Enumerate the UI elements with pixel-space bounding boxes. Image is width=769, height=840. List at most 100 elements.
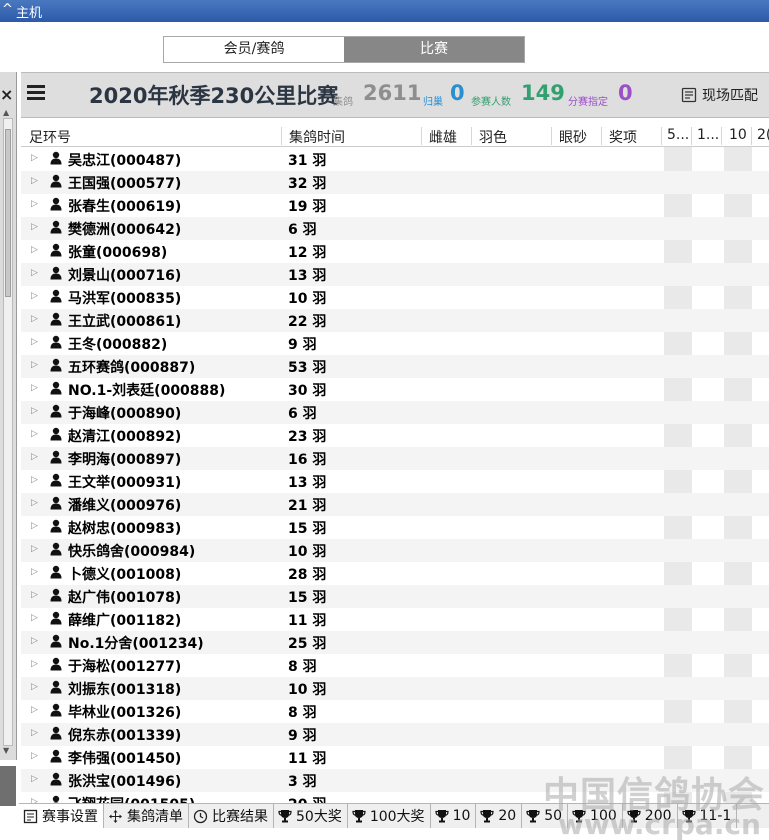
bottom-tab-6[interactable]: 20 xyxy=(476,804,523,828)
table-row[interactable]: ▷ 张春生(000619) 19 羽 xyxy=(21,194,769,217)
table-row[interactable]: ▷ 刘景山(000716) 13 羽 xyxy=(21,263,769,286)
table-row[interactable]: ▷ 吴忠江(000487) 31 羽 xyxy=(21,148,769,171)
bottom-tab-0[interactable]: 赛事设置 xyxy=(19,804,104,828)
person-icon xyxy=(50,496,62,510)
expand-arrow-icon[interactable]: ▷ xyxy=(31,406,38,416)
expand-arrow-icon[interactable]: ▷ xyxy=(31,682,38,692)
column-header-sex[interactable]: 雌雄 xyxy=(429,127,457,147)
person-icon xyxy=(50,358,62,372)
table-row[interactable]: ▷ 潘维义(000976) 21 羽 xyxy=(21,493,769,516)
table-row[interactable]: ▷ 王国强(000577) 32 羽 xyxy=(21,171,769,194)
expand-arrow-icon[interactable]: ▷ xyxy=(31,291,38,301)
pigeon-count: 53 羽 xyxy=(288,360,327,376)
table-row[interactable]: ▷ 于海松(001277) 8 羽 xyxy=(21,654,769,677)
expand-arrow-icon[interactable]: ▷ xyxy=(31,452,38,462)
bottom-tab-8[interactable]: 100 xyxy=(568,804,623,828)
table-row[interactable]: ▷ 李明海(000897) 16 羽 xyxy=(21,447,769,470)
stat-value-participants: 149 xyxy=(521,81,565,105)
column-header-ring-no[interactable]: 足环号 xyxy=(29,127,71,147)
bottom-tab-3[interactable]: 50大奖 xyxy=(274,804,348,828)
table-row[interactable]: ▷ 李伟强(001450) 11 羽 xyxy=(21,746,769,769)
table-row[interactable]: ▷ No.1分舍(001234) 25 羽 xyxy=(21,631,769,654)
expand-arrow-icon[interactable]: ▷ xyxy=(31,521,38,531)
left-panel-scroll-thumb[interactable] xyxy=(5,129,11,297)
table-row[interactable]: ▷ 樊德洲(000642) 6 羽 xyxy=(21,217,769,240)
column-header-1[interactable]: 1... xyxy=(697,127,719,143)
hamburger-menu-icon[interactable] xyxy=(27,85,45,101)
table-row[interactable]: ▷ 王冬(000882) 9 羽 xyxy=(21,332,769,355)
expand-arrow-icon[interactable]: ▷ xyxy=(31,774,38,784)
bottom-tab-9[interactable]: 200 xyxy=(623,804,678,828)
stat-label-subrace: 分赛指定 xyxy=(568,97,608,108)
expand-arrow-icon[interactable]: ▷ xyxy=(31,337,38,347)
expand-arrow-icon[interactable]: ▷ xyxy=(31,222,38,232)
table-row[interactable]: ▷ 张洪宝(001496) 3 羽 xyxy=(21,769,769,792)
table-row[interactable]: ▷ 马洪军(000835) 10 羽 xyxy=(21,286,769,309)
expand-arrow-icon[interactable]: ▷ xyxy=(31,567,38,577)
expand-arrow-icon[interactable]: ▷ xyxy=(31,245,38,255)
pigeon-count: 9 羽 xyxy=(288,728,317,744)
column-header-5[interactable]: 5... xyxy=(667,127,689,143)
table-row[interactable]: ▷ 赵广伟(001078) 15 羽 xyxy=(21,585,769,608)
expand-arrow-icon[interactable]: ▷ xyxy=(31,728,38,738)
member-name: 王国强(000577) xyxy=(68,176,182,192)
scroll-down-arrow-icon[interactable]: ▼ xyxy=(3,746,9,755)
expand-arrow-icon[interactable]: ▷ xyxy=(31,590,38,600)
table-row[interactable]: ▷ 倪东赤(001339) 9 羽 xyxy=(21,723,769,746)
tab-members-pigeons[interactable]: 会员/赛鸽 xyxy=(164,37,344,62)
expand-arrow-icon[interactable]: ▷ xyxy=(31,429,38,439)
member-name: 潘维义(000976) xyxy=(68,498,182,514)
close-icon[interactable]: × xyxy=(0,85,14,104)
table-row[interactable]: ▷ 张童(000698) 12 羽 xyxy=(21,240,769,263)
expand-arrow-icon[interactable]: ▷ xyxy=(31,659,38,669)
table-row[interactable]: ▷ 于海峰(000890) 6 羽 xyxy=(21,401,769,424)
table-row[interactable]: ▷飞翔花园(001505)20 羽 xyxy=(21,792,769,803)
bottom-tab-10[interactable]: 11-1 xyxy=(678,804,738,828)
scroll-up-arrow-icon[interactable]: ▲ xyxy=(3,108,9,117)
trophy-icon xyxy=(480,809,498,823)
member-tree-list: ▷ 吴忠江(000487) 31 羽 ▷ 王国强(000577) 32 羽 ▷ 张春生(000… xyxy=(21,148,769,803)
column-header-eye[interactable]: 眼砂 xyxy=(559,127,587,147)
window-menu-caret[interactable]: ^ xyxy=(2,2,13,17)
expand-arrow-icon[interactable]: ▷ xyxy=(31,613,38,623)
column-header-collect-time[interactable]: 集鸽时间 xyxy=(289,127,345,147)
column-header-color[interactable]: 羽色 xyxy=(479,127,507,147)
bottom-tab-4[interactable]: 100大奖 xyxy=(348,804,431,828)
table-row[interactable]: ▷ 刘振东(001318) 10 羽 xyxy=(21,677,769,700)
table-row[interactable]: ▷ NO.1-刘表廷(000888) 30 羽 xyxy=(21,378,769,401)
left-panel-scrollbar[interactable] xyxy=(3,118,13,746)
expand-arrow-icon[interactable]: ▷ xyxy=(31,751,38,761)
expand-arrow-icon[interactable]: ▷ xyxy=(31,176,38,186)
table-row[interactable]: ▷ 薛维广(001182) 11 羽 xyxy=(21,608,769,631)
expand-arrow-icon[interactable]: ▷ xyxy=(31,360,38,370)
expand-arrow-icon[interactable]: ▷ xyxy=(31,705,38,715)
expand-arrow-icon[interactable]: ▷ xyxy=(31,153,38,163)
expand-arrow-icon[interactable]: ▷ xyxy=(31,475,38,485)
expand-arrow-icon[interactable]: ▷ xyxy=(31,636,38,646)
bottom-tab-7[interactable]: 50 xyxy=(522,804,569,828)
table-row[interactable]: ▷ 卜德义(001008) 28 羽 xyxy=(21,562,769,585)
column-header-2[interactable]: 2( xyxy=(757,127,769,143)
member-name: 张童(000698) xyxy=(68,245,168,261)
expand-arrow-icon[interactable]: ▷ xyxy=(31,314,38,324)
expand-arrow-icon[interactable]: ▷ xyxy=(31,498,38,508)
expand-arrow-icon[interactable]: ▷ xyxy=(31,383,38,393)
bottom-tab-1[interactable]: 集鸽清单 xyxy=(104,804,189,828)
table-row[interactable]: ▷ 王立武(000861) 22 羽 xyxy=(21,309,769,332)
column-header-award[interactable]: 奖项 xyxy=(609,127,637,147)
column-header-10[interactable]: 10 xyxy=(729,127,747,143)
table-row[interactable]: ▷ 快乐鸽舍(000984) 10 羽 xyxy=(21,539,769,562)
table-row[interactable]: ▷ 赵清江(000892) 23 羽 xyxy=(21,424,769,447)
table-row[interactable]: ▷ 毕林业(001326) 8 羽 xyxy=(21,700,769,723)
expand-arrow-icon[interactable]: ▷ xyxy=(31,199,38,209)
onsite-match-button[interactable]: 现场匹配 xyxy=(681,85,758,105)
table-row[interactable]: ▷ 赵树忠(000983) 15 羽 xyxy=(21,516,769,539)
bottom-tab-5[interactable]: 10 xyxy=(431,804,477,828)
table-row[interactable]: ▷ 五环赛鸽(000887) 53 羽 xyxy=(21,355,769,378)
tab-race[interactable]: 比赛 xyxy=(344,37,524,62)
expand-arrow-icon[interactable]: ▷ xyxy=(31,544,38,554)
expand-arrow-icon[interactable]: ▷ xyxy=(31,268,38,278)
bottom-tab-2[interactable]: 比赛结果 xyxy=(189,804,274,828)
table-row[interactable]: ▷ 王文举(000931) 13 羽 xyxy=(21,470,769,493)
pigeon-count: 30 羽 xyxy=(288,383,327,399)
